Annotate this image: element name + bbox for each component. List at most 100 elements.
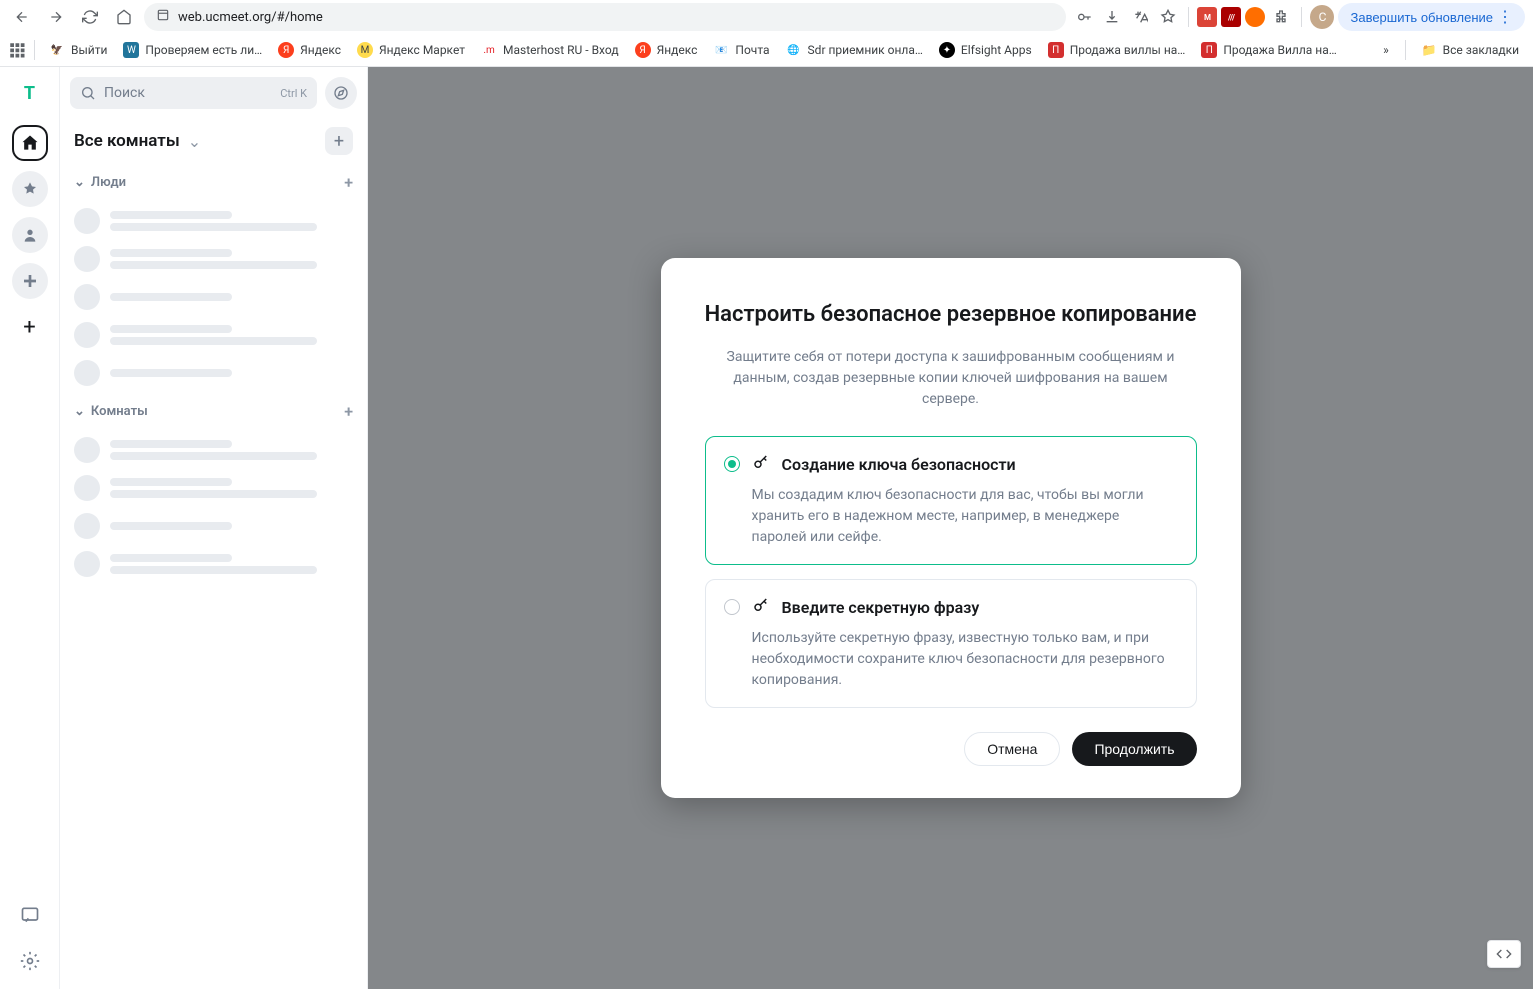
dialog-title: Настроить безопасное резервное копирован… xyxy=(705,300,1197,330)
password-icon[interactable] xyxy=(1072,5,1096,29)
bookmark-favicon: Я xyxy=(278,42,294,58)
section-rooms[interactable]: ⌄ Комнаты + xyxy=(60,396,367,427)
address-bar: web.ucmeet.org/#/home M /// C Завершить … xyxy=(0,0,1533,34)
list-item xyxy=(74,545,353,583)
nav-rail: T + xyxy=(0,67,60,989)
add-rooms-button[interactable]: + xyxy=(344,402,353,421)
radio-unselected[interactable] xyxy=(724,599,740,615)
bookmark-item[interactable]: 🦅Выйти xyxy=(43,40,113,60)
option-passphrase[interactable]: Введите секретную фразу Используйте секр… xyxy=(705,579,1197,708)
url-text: web.ucmeet.org/#/home xyxy=(178,10,323,25)
bookmark-favicon: 🌐 xyxy=(786,42,802,58)
radio-selected[interactable] xyxy=(724,456,740,472)
explore-button[interactable] xyxy=(325,77,357,109)
divider xyxy=(1405,40,1406,60)
profile-avatar[interactable]: C xyxy=(1310,5,1334,29)
bookmark-favicon: П xyxy=(1048,42,1064,58)
chevron-down-icon[interactable]: ⌄ xyxy=(188,132,201,151)
section-people[interactable]: ⌄ Люди + xyxy=(60,167,367,198)
bookmark-favicon: П xyxy=(1201,42,1217,58)
bookmark-favicon: .m xyxy=(481,42,497,58)
bookmark-item[interactable]: ППродажа Вилла на… xyxy=(1195,40,1342,60)
rail-rooms[interactable] xyxy=(12,263,48,299)
search-shortcut: Ctrl K xyxy=(280,87,307,100)
dialog-description: Защитите себя от потери доступа к зашифр… xyxy=(705,347,1197,410)
ext-orange-icon[interactable] xyxy=(1245,7,1265,27)
bookmark-item[interactable]: ЯЯндекс xyxy=(629,40,704,60)
bookmark-favicon: Я xyxy=(635,42,651,58)
chevron-down-icon: ⌄ xyxy=(74,404,85,419)
secure-backup-dialog: Настроить безопасное резервное копирован… xyxy=(661,258,1241,799)
devtools-button[interactable] xyxy=(1487,940,1521,968)
bookmark-favicon: М xyxy=(357,42,373,58)
rooms-header: Все комнаты ⌄ + xyxy=(60,119,367,167)
folder-icon: 📁 xyxy=(1422,43,1437,57)
nav-back-icon[interactable] xyxy=(8,3,36,31)
rail-people[interactable] xyxy=(12,217,48,253)
room-panel: Поиск Ctrl K Все комнаты ⌄ + ⌄ Люди + ⌄ … xyxy=(60,67,368,989)
bookmark-favicon: W xyxy=(123,42,139,58)
bookmark-item[interactable]: 🌐Sdr приемник онла… xyxy=(780,40,929,60)
list-item xyxy=(74,240,353,278)
nav-reload-icon[interactable] xyxy=(76,3,104,31)
list-item xyxy=(74,431,353,469)
bookmark-item[interactable]: .mMasterhost RU - Вход xyxy=(475,40,625,60)
ext-red-icon[interactable]: /// xyxy=(1221,7,1241,27)
list-item xyxy=(74,354,353,392)
all-bookmarks-button[interactable]: 📁Все закладки xyxy=(1416,41,1525,59)
bookmark-item[interactable]: ППродажа виллы на… xyxy=(1042,40,1192,60)
install-icon[interactable] xyxy=(1100,5,1124,29)
toolbar-right: M /// C Завершить обновление⋮ xyxy=(1072,3,1525,31)
bookmark-favicon: ✦ xyxy=(939,42,955,58)
divider xyxy=(1188,7,1189,27)
ext-mcafee-icon[interactable]: M xyxy=(1197,7,1217,27)
modal-overlay[interactable]: Настроить безопасное резервное копирован… xyxy=(368,67,1533,989)
list-item xyxy=(74,469,353,507)
list-item xyxy=(74,316,353,354)
bookmark-favicon: 🦅 xyxy=(49,42,65,58)
option-generate-key[interactable]: Создание ключа безопасности Мы создадим … xyxy=(705,436,1197,565)
nav-home-icon[interactable] xyxy=(110,3,138,31)
rail-home[interactable] xyxy=(12,125,48,161)
search-icon xyxy=(80,85,96,101)
bookmarks-bar: 🦅Выйти WПроверяем есть ли… ЯЯндекс МЯнде… xyxy=(0,34,1533,66)
rail-add[interactable]: + xyxy=(12,309,48,345)
continue-button[interactable]: Продолжить xyxy=(1072,732,1196,766)
extensions-icon[interactable] xyxy=(1269,5,1293,29)
bookmark-overflow[interactable]: » xyxy=(1377,41,1395,59)
bookmark-item[interactable]: МЯндекс Маркет xyxy=(351,40,471,60)
add-people-button[interactable]: + xyxy=(344,173,353,192)
main-area: st_User чать Создать комнату Настроить б… xyxy=(368,67,1533,989)
add-room-button[interactable]: + xyxy=(325,127,353,155)
dialog-actions: Отмена Продолжить xyxy=(705,732,1197,766)
update-browser-button[interactable]: Завершить обновление⋮ xyxy=(1338,3,1525,31)
option-description: Мы создадим ключ безопасности для вас, ч… xyxy=(752,485,1178,548)
list-item xyxy=(74,202,353,240)
apps-icon[interactable] xyxy=(8,41,26,59)
site-info-icon[interactable] xyxy=(156,8,170,26)
bookmark-item[interactable]: ✦Elfsight Apps xyxy=(933,40,1038,60)
app-logo[interactable]: T xyxy=(14,77,46,109)
nav-forward-icon[interactable] xyxy=(42,3,70,31)
bookmark-star-icon[interactable] xyxy=(1156,5,1180,29)
bookmark-favicon: 📧 xyxy=(713,42,729,58)
bookmark-item[interactable]: 📧Почта xyxy=(707,40,775,60)
list-item xyxy=(74,507,353,545)
url-box[interactable]: web.ucmeet.org/#/home xyxy=(144,3,1066,31)
chevron-down-icon: ⌄ xyxy=(74,175,85,190)
translate-icon[interactable] xyxy=(1128,5,1152,29)
divider xyxy=(34,40,35,60)
rail-settings[interactable] xyxy=(12,943,48,979)
app-root: T + Поиск Ctrl K Все комнаты ⌄ + ⌄ Люди … xyxy=(0,67,1533,989)
cancel-button[interactable]: Отмена xyxy=(964,732,1060,766)
key-icon xyxy=(752,453,770,475)
rail-threads[interactable] xyxy=(12,897,48,933)
rooms-list-placeholder xyxy=(60,427,367,587)
search-input[interactable]: Поиск Ctrl K xyxy=(70,77,317,109)
bookmark-item[interactable]: WПроверяем есть ли… xyxy=(117,40,268,60)
search-row: Поиск Ctrl K xyxy=(60,67,367,119)
rail-favorites[interactable] xyxy=(12,171,48,207)
bookmark-item[interactable]: ЯЯндекс xyxy=(272,40,347,60)
rooms-title: Все комнаты xyxy=(74,131,180,151)
divider xyxy=(1301,7,1302,27)
